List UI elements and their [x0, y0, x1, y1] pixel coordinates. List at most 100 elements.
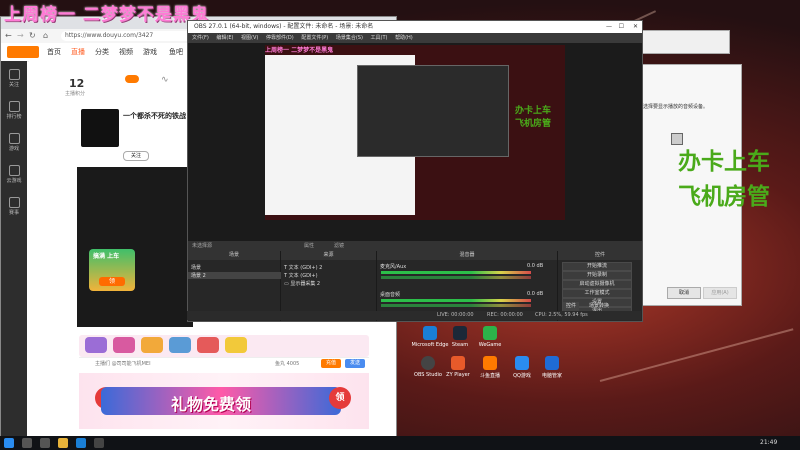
menu-docks[interactable]: 停靠部件(D) [266, 35, 294, 41]
video-player[interactable]: 搞满 上车 领 [77, 167, 193, 327]
obs-preview-canvas[interactable]: 上周榜一 二梦梦不是黑鬼 办卡上车 飞机房管 [265, 45, 565, 220]
rail-item-cloud-game[interactable]: 云游戏 [1, 165, 27, 184]
gift-item[interactable] [169, 337, 191, 353]
start-icon[interactable] [4, 438, 14, 448]
menu-help[interactable]: 帮助(H) [395, 35, 413, 41]
mixer-track-db: 0.0 dB [527, 263, 544, 269]
source-item[interactable]: T 文本 (GDI+) [284, 272, 318, 279]
scene-item[interactable]: 场景 [191, 264, 201, 271]
apply-button[interactable]: 应用(A) [703, 287, 737, 299]
gift-item[interactable] [113, 337, 135, 353]
source-item[interactable]: ▭ 显示器采集 2 [284, 280, 320, 287]
cancel-button[interactable]: 取消 [667, 287, 701, 299]
banner-body: 礼物免费领 [101, 387, 341, 415]
promo-sticker[interactable]: 搞满 上车 领 [89, 249, 135, 291]
taskbar: 21:49 [0, 436, 800, 450]
chat-input[interactable]: 主播们 @司司能飞机MEI [95, 360, 151, 367]
maximize-icon[interactable]: ☐ [619, 21, 624, 33]
menu-view[interactable]: 视图(V) [241, 35, 258, 41]
mixer-track-name: 桌面音频 [380, 292, 401, 298]
volume-slider[interactable] [381, 304, 531, 307]
volume-slider[interactable] [381, 276, 531, 279]
minimize-icon[interactable]: — [606, 21, 612, 33]
nav-category[interactable]: 分类 [95, 47, 109, 57]
wegame-icon [483, 326, 497, 340]
douyu-icon [483, 356, 497, 370]
menu-scene-collection[interactable]: 场景集合(S) [336, 35, 363, 41]
reload-icon[interactable]: ↻ [29, 31, 36, 40]
mixer-dock-title: 混音器 [377, 251, 557, 260]
preview-nested-obs [357, 65, 509, 157]
waveform-icon[interactable]: ∿ [161, 75, 169, 85]
filters-button[interactable]: 滤镜 [334, 241, 344, 251]
preview-overlay-title: 上周榜一 二梦梦不是黑鬼 [265, 47, 334, 54]
nav-game[interactable]: 游戏 [143, 47, 157, 57]
banner-text: 礼物免费领 [171, 395, 252, 414]
mixer-track-db: 0.0 dB [527, 291, 544, 297]
banner-badge-right: 领 [329, 387, 351, 409]
home-icon[interactable]: ⌂ [43, 31, 48, 40]
obs-status-bar: 控件 场景转换 LIVE: 00:00:00 REC: 00:00:00 CPU… [187, 302, 641, 320]
chat-input-bar: 主播们 @司司能飞机MEI 鱼丸 4005 充值 发送 [79, 357, 369, 370]
stream-header: 12 主播积分 ∿ 一个都杀不死的铁战 关注 [29, 61, 199, 166]
edge-taskbar-icon[interactable] [76, 438, 86, 448]
live-timer: LIVE: 00:00:00 [437, 312, 474, 318]
close-icon[interactable]: ✕ [633, 21, 638, 33]
rail-item-rank[interactable]: 排行榜 [1, 101, 27, 120]
toggle-switch[interactable] [125, 75, 139, 83]
douyu-logo[interactable] [7, 46, 39, 58]
back-icon[interactable]: ← [5, 31, 12, 40]
obs-window: OBS 27.0.1 (64-bit, windows) - 配置文件: 未命名… [187, 20, 643, 322]
source-item[interactable]: T 文本 (GDI+) 2 [284, 264, 322, 271]
desktop-icon-pcmanager[interactable]: 电脑管家 [532, 356, 572, 379]
controls-dock-title: 控件 [558, 251, 642, 260]
promo-claim-button[interactable]: 领 [99, 277, 125, 286]
nav-yuba[interactable]: 鱼吧 [169, 47, 183, 57]
send-button[interactable]: 发送 [345, 359, 365, 368]
dialog-description: 选择要显示播放的音频设备。 [643, 104, 709, 110]
score-label: 主播积分 [65, 91, 86, 97]
edge-icon [423, 326, 437, 340]
cpu-fps: CPU: 2.5%, 59.94 fps [535, 312, 588, 318]
nav-live[interactable]: 直播 [71, 47, 85, 57]
menu-edit[interactable]: 编辑(E) [216, 35, 233, 41]
controls-tab[interactable]: 控件 [563, 302, 580, 311]
obs-icon [421, 356, 435, 370]
studio-mode-button[interactable]: 工作室模式 [562, 289, 632, 298]
zyplayer-icon [451, 356, 465, 370]
desktop-icon-wegame[interactable]: WeGame [470, 326, 510, 348]
promo-banner[interactable]: 领 礼物免费领 领 [79, 373, 369, 429]
rail-item-follow[interactable]: 关注 [1, 69, 27, 88]
gift-item[interactable] [141, 337, 163, 353]
gift-item[interactable] [197, 337, 219, 353]
stream-overlay-title: 上周榜一 二梦梦不是黑鬼 [4, 5, 209, 25]
recharge-button[interactable]: 充值 [321, 359, 341, 368]
virtual-camera-button[interactable]: 启动虚拟摄像机 [562, 280, 632, 289]
forward-icon[interactable]: → [17, 31, 24, 40]
scene-item[interactable]: 场景 2 [188, 272, 283, 279]
background-window[interactable] [640, 30, 730, 54]
menu-tools[interactable]: 工具(T) [371, 35, 388, 41]
start-streaming-button[interactable]: 开始推流 [562, 262, 632, 271]
obs-taskbar-icon[interactable] [94, 438, 104, 448]
gift-item[interactable] [85, 337, 107, 353]
nav-home[interactable]: 首页 [47, 47, 61, 57]
rail-item-game[interactable]: 游戏 [1, 133, 27, 152]
cloud-icon [8, 165, 20, 176]
menu-profile[interactable]: 配置文件(P) [301, 35, 328, 41]
menu-file[interactable]: 文件(F) [192, 35, 209, 41]
explorer-icon[interactable] [58, 438, 68, 448]
streamer-avatar[interactable] [81, 109, 119, 147]
transitions-tab[interactable]: 场景转换 [589, 302, 609, 311]
task-view-icon[interactable] [40, 438, 50, 448]
search-icon[interactable] [22, 438, 32, 448]
follow-button[interactable]: 关注 [123, 151, 149, 161]
mixer-track-name: 麦克风/Aux [380, 264, 407, 270]
nav-video[interactable]: 视频 [119, 47, 133, 57]
start-recording-button[interactable]: 开始录制 [562, 271, 632, 280]
rail-item-event[interactable]: 赛事 [1, 197, 27, 216]
properties-button[interactable]: 属性 [304, 241, 314, 251]
rank-icon [8, 101, 20, 112]
taskbar-clock[interactable]: 21:49 [760, 437, 777, 449]
gift-item[interactable] [225, 337, 247, 353]
